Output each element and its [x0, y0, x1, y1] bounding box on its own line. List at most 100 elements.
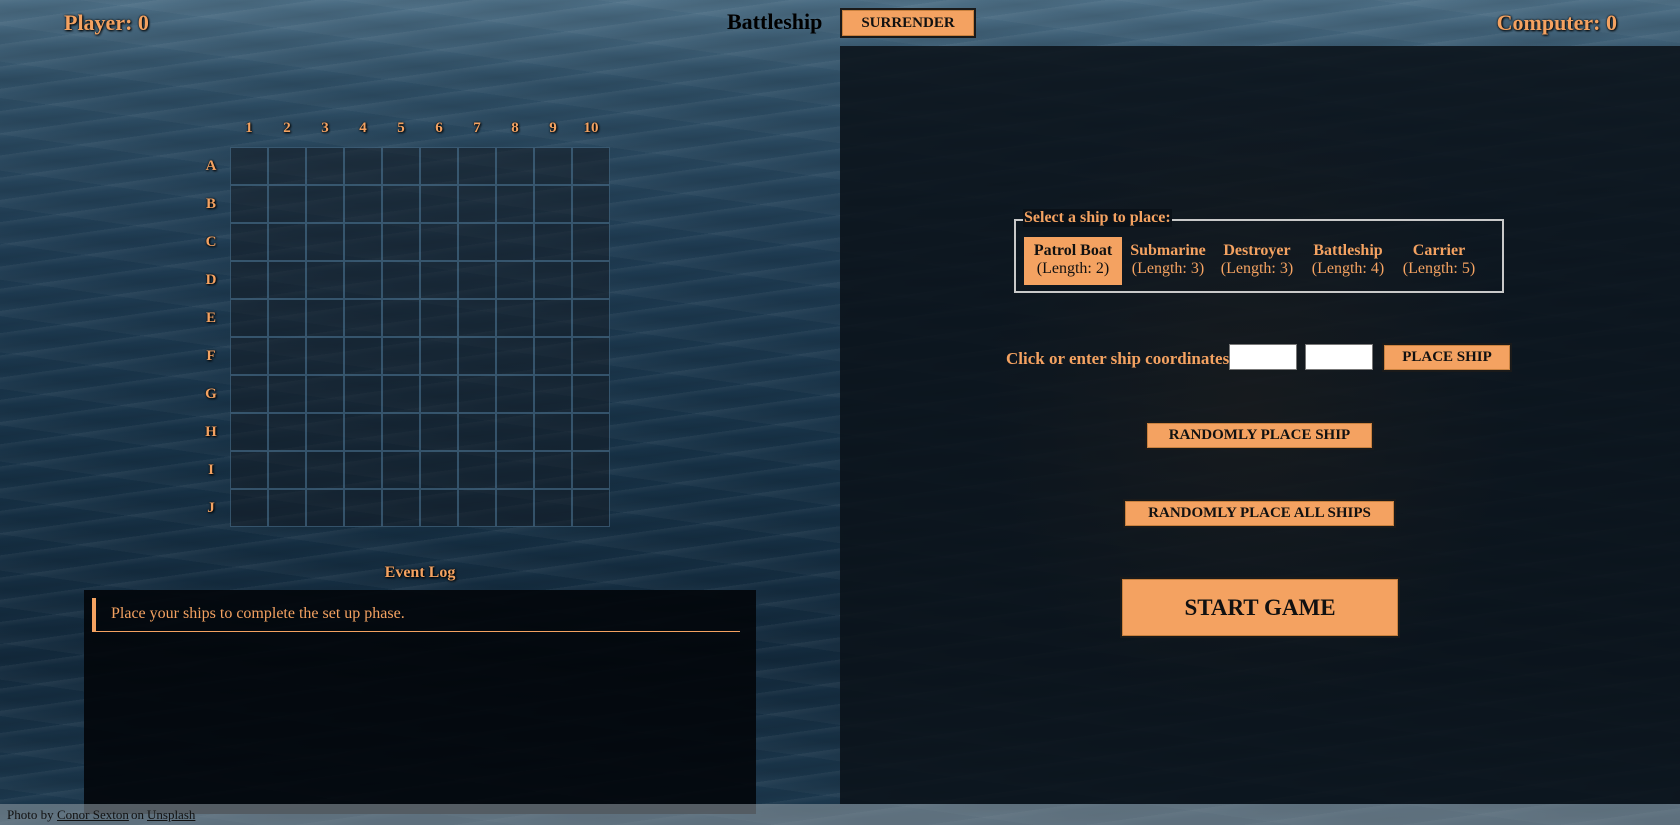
board-cell[interactable] — [534, 451, 572, 489]
board-cell[interactable] — [458, 375, 496, 413]
board-cell[interactable] — [344, 451, 382, 489]
board-cell[interactable] — [572, 147, 610, 185]
board-cell[interactable] — [534, 413, 572, 451]
board-cell[interactable] — [572, 261, 610, 299]
ship-option-battleship[interactable]: Battleship (Length: 4) — [1304, 237, 1392, 285]
board-cell[interactable] — [382, 147, 420, 185]
board-cell[interactable] — [344, 413, 382, 451]
board-cell[interactable] — [344, 299, 382, 337]
board-cell[interactable] — [420, 261, 458, 299]
board-cell[interactable] — [496, 451, 534, 489]
board-cell[interactable] — [534, 147, 572, 185]
board-cell[interactable] — [496, 223, 534, 261]
board-cell[interactable] — [572, 451, 610, 489]
board-cell[interactable] — [572, 489, 610, 527]
ship-option-destroyer[interactable]: Destroyer (Length: 3) — [1214, 237, 1300, 285]
board-cell[interactable] — [534, 375, 572, 413]
ship-option-submarine[interactable]: Submarine (Length: 3) — [1124, 237, 1212, 285]
start-game-button[interactable]: START GAME — [1120, 577, 1400, 638]
board-cell[interactable] — [268, 375, 306, 413]
board-cell[interactable] — [268, 147, 306, 185]
board-cell[interactable] — [534, 223, 572, 261]
board-cell[interactable] — [572, 375, 610, 413]
board-cell[interactable] — [420, 489, 458, 527]
board-cell[interactable] — [306, 185, 344, 223]
board-cell[interactable] — [268, 299, 306, 337]
credit-site-link[interactable]: Unsplash — [147, 807, 195, 823]
board-cell[interactable] — [230, 147, 268, 185]
board-cell[interactable] — [230, 413, 268, 451]
board-cell[interactable] — [344, 147, 382, 185]
board-cell[interactable] — [268, 337, 306, 375]
board-cell[interactable] — [458, 185, 496, 223]
ship-option-patrol-boat[interactable]: Patrol Boat (Length: 2) — [1024, 237, 1122, 285]
board-cell[interactable] — [230, 375, 268, 413]
board-cell[interactable] — [306, 261, 344, 299]
board-cell[interactable] — [458, 147, 496, 185]
board-cell[interactable] — [572, 337, 610, 375]
board-cell[interactable] — [534, 489, 572, 527]
board-cell[interactable] — [534, 185, 572, 223]
player-board[interactable] — [230, 147, 610, 527]
board-cell[interactable] — [230, 489, 268, 527]
coordinate-y-input[interactable] — [1305, 344, 1373, 370]
board-cell[interactable] — [306, 299, 344, 337]
board-cell[interactable] — [382, 185, 420, 223]
board-cell[interactable] — [496, 299, 534, 337]
board-cell[interactable] — [382, 299, 420, 337]
coordinate-x-input[interactable] — [1229, 344, 1297, 370]
board-cell[interactable] — [306, 223, 344, 261]
board-cell[interactable] — [496, 375, 534, 413]
board-cell[interactable] — [306, 337, 344, 375]
ship-option-carrier[interactable]: Carrier (Length: 5) — [1396, 237, 1482, 285]
board-cell[interactable] — [306, 451, 344, 489]
board-cell[interactable] — [344, 489, 382, 527]
board-cell[interactable] — [230, 261, 268, 299]
board-cell[interactable] — [344, 261, 382, 299]
board-cell[interactable] — [420, 337, 458, 375]
board-cell[interactable] — [572, 299, 610, 337]
board-cell[interactable] — [458, 299, 496, 337]
board-cell[interactable] — [382, 223, 420, 261]
board-cell[interactable] — [306, 147, 344, 185]
board-cell[interactable] — [230, 223, 268, 261]
credit-author-link[interactable]: Conor Sexton — [57, 807, 129, 823]
board-cell[interactable] — [420, 185, 458, 223]
board-cell[interactable] — [420, 223, 458, 261]
board-cell[interactable] — [496, 489, 534, 527]
board-cell[interactable] — [344, 337, 382, 375]
board-cell[interactable] — [496, 185, 534, 223]
board-cell[interactable] — [306, 375, 344, 413]
board-cell[interactable] — [496, 413, 534, 451]
board-cell[interactable] — [572, 223, 610, 261]
randomly-place-ship-button[interactable]: RANDOMLY PLACE SHIP — [1145, 421, 1374, 450]
board-cell[interactable] — [268, 451, 306, 489]
place-ship-button[interactable]: PLACE SHIP — [1382, 343, 1512, 372]
surrender-button[interactable]: SURRENDER — [840, 8, 976, 38]
board-cell[interactable] — [458, 413, 496, 451]
board-cell[interactable] — [230, 185, 268, 223]
board-cell[interactable] — [458, 223, 496, 261]
board-cell[interactable] — [382, 413, 420, 451]
board-cell[interactable] — [420, 451, 458, 489]
board-cell[interactable] — [268, 489, 306, 527]
board-cell[interactable] — [382, 375, 420, 413]
board-cell[interactable] — [534, 337, 572, 375]
board-cell[interactable] — [420, 299, 458, 337]
board-cell[interactable] — [458, 489, 496, 527]
board-cell[interactable] — [306, 413, 344, 451]
board-cell[interactable] — [230, 299, 268, 337]
board-cell[interactable] — [268, 261, 306, 299]
board-cell[interactable] — [458, 337, 496, 375]
board-cell[interactable] — [496, 147, 534, 185]
board-cell[interactable] — [534, 299, 572, 337]
board-cell[interactable] — [496, 337, 534, 375]
board-cell[interactable] — [306, 489, 344, 527]
board-cell[interactable] — [268, 413, 306, 451]
board-cell[interactable] — [382, 489, 420, 527]
randomly-place-all-ships-button[interactable]: RANDOMLY PLACE ALL SHIPS — [1123, 499, 1396, 528]
board-cell[interactable] — [382, 337, 420, 375]
board-cell[interactable] — [420, 413, 458, 451]
board-cell[interactable] — [534, 261, 572, 299]
board-cell[interactable] — [230, 451, 268, 489]
